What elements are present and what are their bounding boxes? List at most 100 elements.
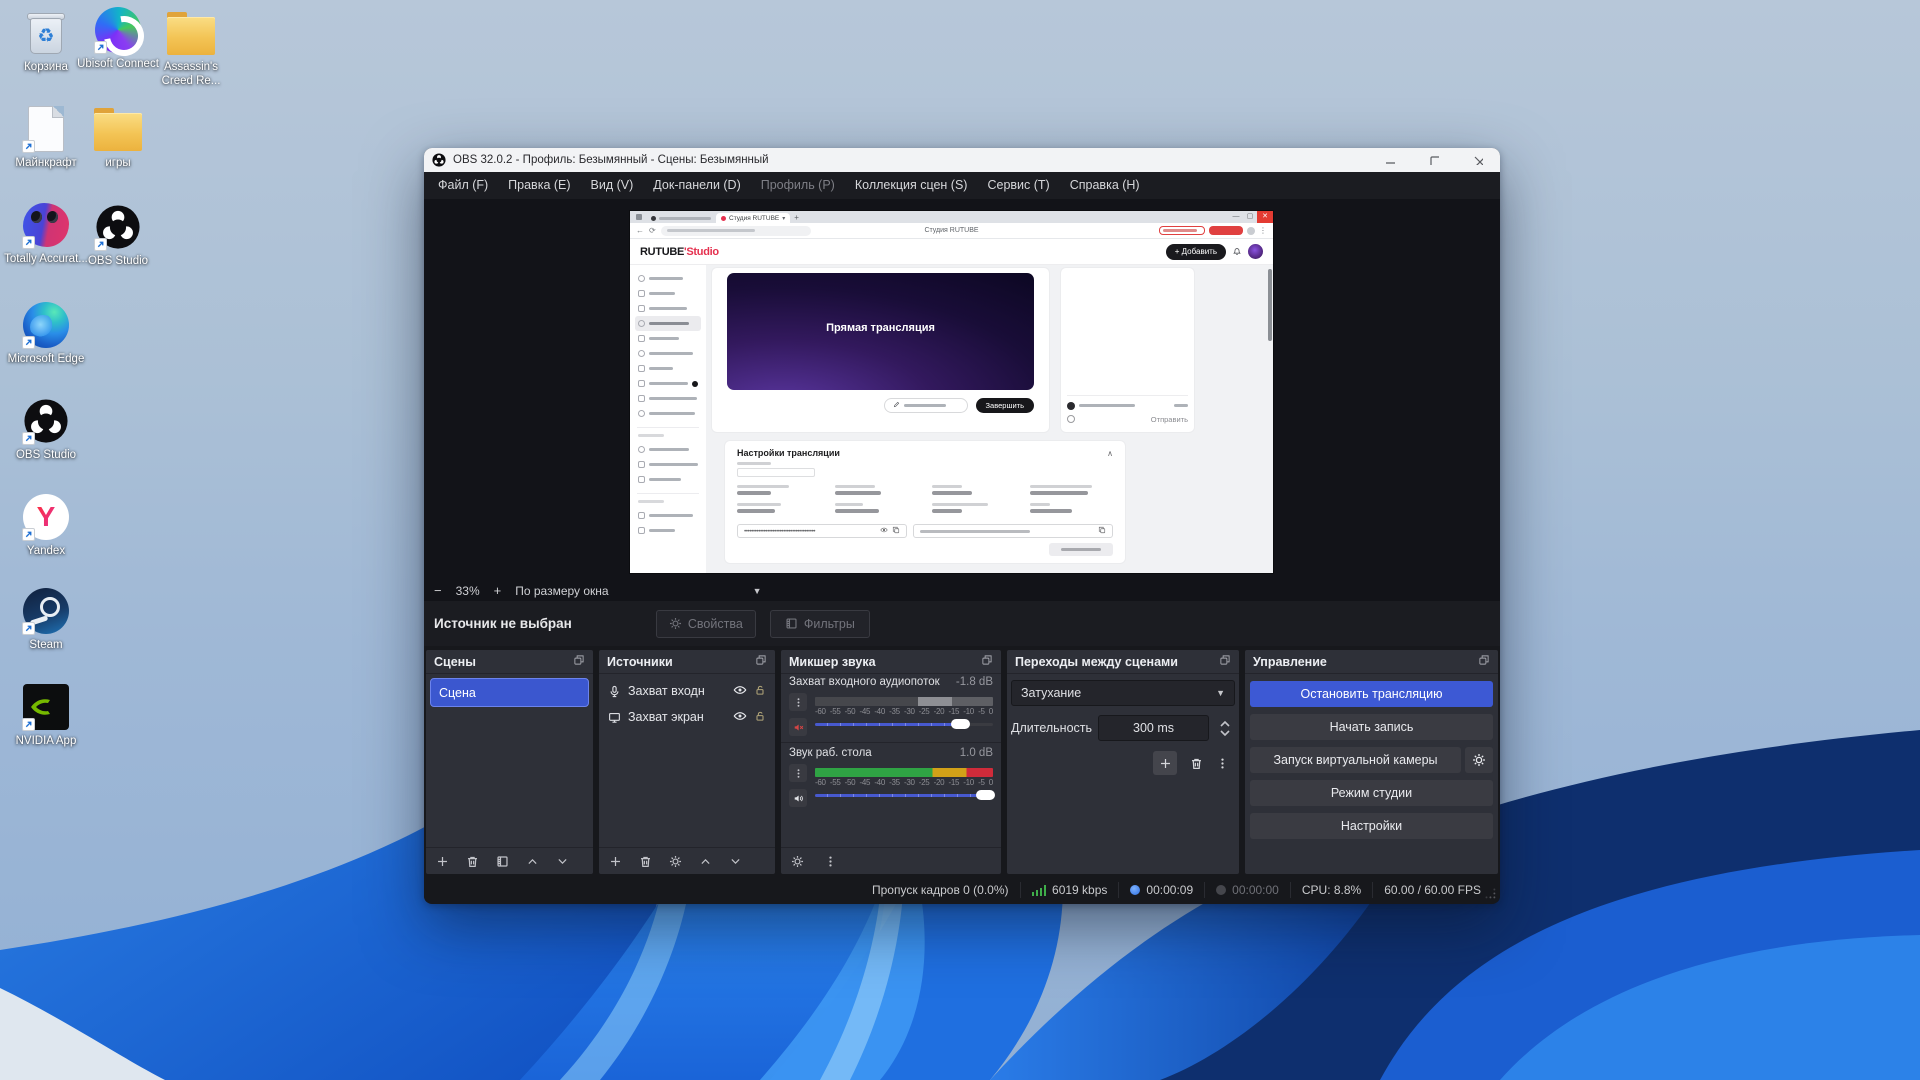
audio-mixer-panel: Микшер звука Захват входного аудиопоток … xyxy=(781,650,1001,874)
source-up-button[interactable] xyxy=(699,855,712,868)
meter-scale: -60-55-50-45-40-35-30-25-20-15-10-50 xyxy=(815,778,993,787)
virtual-camera-button[interactable]: Запуск виртуальной камеры xyxy=(1250,747,1461,773)
mute-button[interactable] xyxy=(789,789,807,807)
transitions-panel: Переходы между сценами Затухание ▼ Длите… xyxy=(1007,650,1239,874)
bookmarks-pill xyxy=(1209,226,1243,235)
address-bar xyxy=(661,226,811,236)
menu-help[interactable]: Справка (H) xyxy=(1060,172,1150,199)
add-scene-button[interactable] xyxy=(436,855,449,868)
minimize-button[interactable] xyxy=(1368,148,1412,172)
sources-panel-header[interactable]: Источники xyxy=(599,650,775,674)
volume-slider[interactable] xyxy=(815,719,993,729)
desktop-icon-games-folder[interactable]: игры xyxy=(74,104,162,171)
remove-transition-button[interactable] xyxy=(1190,757,1203,770)
source-row-audio[interactable]: Захват входн xyxy=(603,678,771,704)
controls-panel-header[interactable]: Управление xyxy=(1245,650,1498,674)
channel-menu-button[interactable] xyxy=(789,693,807,711)
lock-icon[interactable] xyxy=(754,710,766,725)
menu-file[interactable]: Файл (F) xyxy=(428,172,498,199)
stepper-down-icon[interactable] xyxy=(1220,730,1230,736)
menu-profile[interactable]: Профиль (P) xyxy=(751,172,845,199)
reload-icon: ⟳ xyxy=(649,226,656,235)
lock-icon[interactable] xyxy=(754,684,766,699)
remove-scene-button[interactable] xyxy=(466,855,479,868)
properties-button[interactable]: Свойства xyxy=(656,610,756,638)
menu-scene-collection[interactable]: Коллекция сцен (S) xyxy=(845,172,978,199)
zoom-out-button[interactable]: − xyxy=(434,583,442,598)
scene-list-item[interactable]: Сцена xyxy=(430,678,589,707)
filters-button[interactable]: Фильтры xyxy=(770,610,870,638)
mixer-menu-button[interactable] xyxy=(824,855,837,868)
title-bar[interactable]: OBS 32.0.2 - Профиль: Безымянный - Сцены… xyxy=(424,148,1500,172)
collapse-chevron-icon: ∧ xyxy=(1107,449,1113,458)
sidebar-skeleton-row xyxy=(635,523,701,538)
scene-down-button[interactable] xyxy=(556,855,569,868)
new-tab-icon: + xyxy=(794,213,799,222)
source-down-button[interactable] xyxy=(729,855,742,868)
menu-docks[interactable]: Док-панели (D) xyxy=(643,172,750,199)
desktop-icon-assassins-creed-folder[interactable]: Assassin's Creed Re... xyxy=(147,8,235,89)
menu-edit[interactable]: Правка (E) xyxy=(498,172,580,199)
preview-zoom-toolbar: − 33% + По размеру окна ▼ xyxy=(424,580,1500,601)
popout-icon[interactable] xyxy=(1478,653,1490,671)
settings-cell xyxy=(835,503,919,516)
settings-button[interactable]: Настройки xyxy=(1250,813,1493,839)
studio-mode-button[interactable]: Режим студии xyxy=(1250,780,1493,806)
visibility-eye-icon[interactable] xyxy=(733,709,747,726)
source-properties-button[interactable] xyxy=(669,855,682,868)
stream-card: Прямая трансляция Завершить xyxy=(712,268,1049,432)
fit-to-window-label[interactable]: По размеру окна xyxy=(515,584,608,598)
desktop-icon-steam[interactable]: Steam xyxy=(2,586,90,653)
add-source-button[interactable] xyxy=(609,855,622,868)
mixer-panel-header[interactable]: Микшер звука xyxy=(781,650,1001,674)
volume-slider[interactable] xyxy=(815,790,993,800)
menu-view[interactable]: Вид (V) xyxy=(581,172,644,199)
stop-streaming-button[interactable]: Остановить трансляцию xyxy=(1250,681,1493,707)
advanced-audio-button[interactable] xyxy=(791,855,804,868)
zoom-in-button[interactable]: + xyxy=(494,583,502,598)
duration-stepper[interactable] xyxy=(1215,715,1235,741)
popout-icon[interactable] xyxy=(981,653,993,671)
scene-filters-button[interactable] xyxy=(496,855,509,868)
add-transition-button[interactable] xyxy=(1153,751,1177,775)
stepper-up-icon[interactable] xyxy=(1220,721,1230,727)
meter-scale: -60-55-50-45-40-35-30-25-20-15-10-50 xyxy=(815,707,993,716)
sidebar-skeleton-row xyxy=(635,457,701,472)
resize-grip[interactable] xyxy=(1483,886,1497,900)
desktop-icon-microsoft-edge[interactable]: Microsoft Edge xyxy=(2,300,90,367)
maximize-button[interactable] xyxy=(1412,148,1456,172)
popout-icon[interactable] xyxy=(573,653,585,671)
desktop-icon-yandex[interactable]: Y Yandex xyxy=(2,492,90,559)
live-player: Прямая трансляция xyxy=(727,273,1034,390)
volume-meter xyxy=(815,697,993,706)
popout-icon[interactable] xyxy=(755,653,767,671)
shortcut-arrow-icon xyxy=(22,236,35,249)
desktop-icon-obs-studio-1[interactable]: OBS Studio xyxy=(74,202,162,269)
popout-icon[interactable] xyxy=(1219,653,1231,671)
mute-button-muted[interactable] xyxy=(789,718,807,736)
scene-up-button[interactable] xyxy=(526,855,539,868)
zoom-dropdown-caret[interactable]: ▼ xyxy=(753,586,762,596)
slider-handle[interactable] xyxy=(951,719,970,729)
close-button[interactable] xyxy=(1456,148,1500,172)
scenes-panel-header[interactable]: Сцены xyxy=(426,650,593,674)
menu-tools[interactable]: Сервис (T) xyxy=(977,172,1059,199)
source-label: Захват экран xyxy=(628,710,726,724)
visibility-eye-icon[interactable] xyxy=(733,683,747,700)
source-row-display[interactable]: Захват экран xyxy=(603,704,771,730)
desktop-icon-nvidia-app[interactable]: NVIDIA App xyxy=(2,682,90,749)
shortcut-arrow-icon xyxy=(22,528,35,541)
start-recording-button[interactable]: Начать запись xyxy=(1250,714,1493,740)
remove-source-button[interactable] xyxy=(639,855,652,868)
channel-menu-button[interactable] xyxy=(789,764,807,782)
transition-select[interactable]: Затухание ▼ xyxy=(1011,680,1235,706)
transitions-panel-header[interactable]: Переходы между сценами xyxy=(1007,650,1239,674)
duration-input[interactable]: 300 ms xyxy=(1098,715,1209,741)
preview-canvas[interactable]: Студия RUTUBE ▾ + — ▢ ✕ ← ⟳ xyxy=(424,199,1500,580)
desktop-icon-obs-studio-2[interactable]: OBS Studio xyxy=(2,396,90,463)
slider-handle[interactable] xyxy=(976,790,995,800)
transition-menu-button[interactable] xyxy=(1216,757,1229,770)
channel-db: 1.0 dB xyxy=(960,747,993,762)
virtual-camera-config-button[interactable] xyxy=(1465,747,1493,773)
extension-pill xyxy=(1159,226,1205,235)
